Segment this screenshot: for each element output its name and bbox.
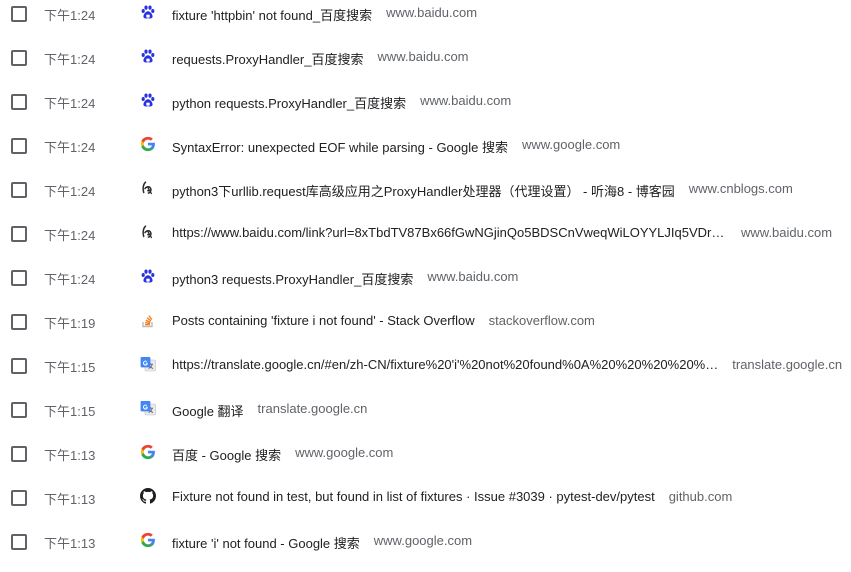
domain-label: www.google.com [373,533,473,548]
page-title-link[interactable]: Fixture not found in test, but found in … [172,489,655,504]
history-row[interactable]: 下午1:15 Google 翻译 translate.google.cn [0,396,851,440]
domain-label: www.baidu.com [377,49,469,64]
visit-time: 下午1:15 [44,404,96,419]
history-row[interactable]: 下午1:24 https://www.baidu.com/link?url=8x… [0,220,851,264]
google-g-icon [140,444,156,460]
row-checkbox[interactable] [11,226,27,242]
domain-label: www.google.com [295,445,394,460]
visit-time: 下午1:24 [44,184,96,199]
stackoverflow-icon [140,312,156,328]
history-list: 下午1:24 fixture 'httpbin' not found_百度搜索w… [0,0,851,572]
baidu-paw-icon [140,268,156,284]
row-checkbox[interactable] [11,94,27,110]
page-title-link[interactable]: python3下urllib.request库高级应用之ProxyHandler… [172,181,675,200]
visit-time: 下午1:13 [44,492,96,507]
domain-label: translate.google.cn [732,357,843,372]
history-entry: Posts containing 'fixture i not found' -… [172,313,595,328]
history-entry: Google 翻译 translate.google.cn [172,401,367,420]
github-icon [140,488,156,504]
history-row[interactable]: 下午1:13 Fixture not found in test, but fo… [0,484,851,528]
domain-label: www.baidu.com [741,225,833,240]
history-row[interactable]: 下午1:24 python requests.ProxyHandler_百度搜索… [0,88,851,132]
row-checkbox[interactable] [11,270,27,286]
history-row[interactable]: 下午1:15 https://translate.google.cn/#en/z… [0,352,851,396]
page-title-link[interactable]: Google 翻译 [172,401,244,420]
domain-label: www.baidu.com [427,269,519,284]
page-title-link[interactable]: fixture 'i' not found - Google 搜索 [172,533,360,552]
history-row[interactable]: 下午1:24 fixture 'httpbin' not found_百度搜索 w… [0,0,851,44]
history-entry: python3下urllib.request库高级应用之ProxyHandler… [172,181,793,200]
row-checkbox[interactable] [11,534,27,550]
history-entry: fixture 'i' not found - Google 搜索 www.goo… [172,533,472,552]
history-entry: requests.ProxyHandler_百度搜索 www.baidu.com [172,49,469,68]
page-title-link[interactable]: requests.ProxyHandler_百度搜索 [172,49,363,68]
row-checkbox[interactable] [11,138,27,154]
domain-label: stackoverflow.com [488,313,595,328]
history-entry: python3 requests.ProxyHandler_百度搜索 www.ba… [172,269,518,288]
visit-time: 下午1:13 [44,536,96,551]
row-checkbox[interactable] [11,6,27,22]
domain-label: www.baidu.com [386,5,478,20]
history-entry: https://translate.google.cn/#en/zh-CN/fi… [172,357,842,372]
row-checkbox[interactable] [11,358,27,374]
history-entry: https://www.baidu.com/link?url=8xTbdTV87… [172,225,832,240]
visit-time: 下午1:24 [44,140,96,155]
row-checkbox[interactable] [11,50,27,66]
history-entry: fixture 'httpbin' not found_百度搜索 www.baid… [172,5,477,24]
history-row[interactable]: 下午1:24 SyntaxError: unexpected EOF while… [0,132,851,176]
page-title-link[interactable]: https://translate.google.cn/#en/zh-CN/fi… [172,357,718,372]
cnblogs-icon [140,180,156,196]
row-checkbox[interactable] [11,490,27,506]
domain-label: www.google.com [521,137,621,152]
domain-label: www.baidu.com [420,93,512,108]
history-entry: 百度 - Google 搜索 www.google.com [172,445,393,464]
domain-label: translate.google.cn [257,401,368,416]
baidu-paw-icon [140,48,156,64]
visit-time: 下午1:13 [44,448,96,463]
row-checkbox[interactable] [11,314,27,330]
history-row[interactable]: 下午1:24 python3下urllib.request库高级应用之Proxy… [0,176,851,220]
history-entry: python requests.ProxyHandler_百度搜索 www.bai… [172,93,511,112]
history-row[interactable]: 下午1:19 Posts containing 'fixture i not f… [0,308,851,352]
row-checkbox[interactable] [11,402,27,418]
visit-time: 下午1:15 [44,360,96,375]
visit-time: 下午1:24 [44,228,96,243]
cnblogs-icon [140,224,156,240]
row-checkbox[interactable] [11,446,27,462]
page-title-link[interactable]: 百度 - Google 搜索 [172,445,281,464]
google-g-icon [140,136,156,152]
history-row[interactable]: 下午1:24 python3 requests.ProxyHandler_百度搜… [0,264,851,308]
visit-time: 下午1:24 [44,96,96,111]
page-title-link[interactable]: fixture 'httpbin' not found_百度搜索 [172,5,372,24]
page-title-link[interactable]: Posts containing 'fixture i not found' -… [172,313,475,328]
page-title-link[interactable]: SyntaxError: unexpected EOF while parsin… [172,137,508,156]
history-row[interactable]: 下午1:13 fixture 'i' not found - Google 搜索… [0,528,851,572]
google-translate-icon [140,400,156,416]
history-row[interactable]: 下午1:24 requests.ProxyHandler_百度搜索 www.bai… [0,44,851,88]
history-entry: SyntaxError: unexpected EOF while parsin… [172,137,620,156]
page-title-link[interactable]: python3 requests.ProxyHandler_百度搜索 [172,269,413,288]
baidu-paw-icon [140,92,156,108]
history-entry: Fixture not found in test, but found in … [172,489,732,504]
google-g-icon [140,532,156,548]
visit-time: 下午1:24 [44,272,96,287]
domain-label: www.cnblogs.com [688,181,793,196]
page-title-link[interactable]: https://www.baidu.com/link?url=8xTbdTV87… [172,225,727,240]
visit-time: 下午1:24 [44,52,96,67]
domain-label: github.com [668,489,733,504]
google-translate-icon [140,356,156,372]
visit-time: 下午1:19 [44,316,96,331]
row-checkbox[interactable] [11,182,27,198]
history-row[interactable]: 下午1:13 百度 - Google 搜索 www.google.com [0,440,851,484]
visit-time: 下午1:24 [44,8,96,23]
baidu-paw-icon [140,4,156,20]
page-title-link[interactable]: python requests.ProxyHandler_百度搜索 [172,93,406,112]
